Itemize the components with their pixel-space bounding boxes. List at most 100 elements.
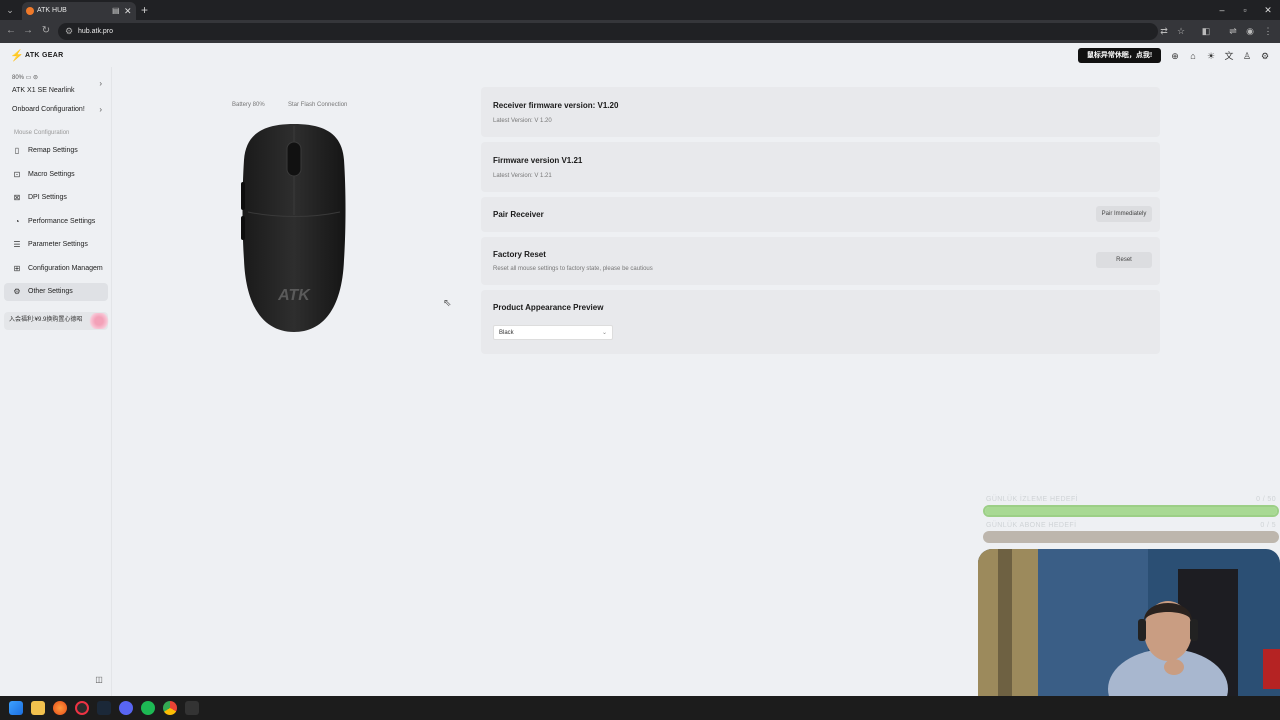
webcam-overlay: [978, 549, 1280, 696]
taskbar: [0, 696, 1280, 720]
section-title: Mouse Configuration: [14, 130, 70, 136]
sidebar-item-label: Remap Settings: [28, 147, 78, 154]
performance-icon: ◔: [14, 217, 20, 226]
new-tab-icon[interactable]: +: [141, 3, 148, 17]
back-icon[interactable]: ←: [5, 24, 17, 38]
sidebar-item-dpi[interactable]: ⊠ DPI Settings: [4, 189, 108, 207]
sidebar-item-label: Other Settings: [28, 288, 73, 295]
onboard-label: Onboard Configuration!: [12, 106, 85, 113]
firmware-card: Firmware version V1.21 Latest Version: V…: [481, 142, 1160, 192]
extensions-icon[interactable]: ◧: [1200, 25, 1212, 37]
chrome-icon[interactable]: [163, 701, 177, 715]
device-icon[interactable]: ⊕: [1169, 50, 1181, 62]
settings-gear-icon[interactable]: ⚙: [1259, 50, 1271, 62]
svg-text:ATK: ATK: [277, 287, 311, 304]
windows-start-icon[interactable]: [9, 701, 23, 715]
watch-goal-progress-fill: [985, 507, 1277, 515]
connection-status: Star Flash Connection: [288, 102, 348, 108]
gift-icon[interactable]: ⌂: [1187, 50, 1199, 62]
profile-icon[interactable]: ◉: [1244, 25, 1256, 37]
promo-text: 入会福利:¥9.9换购置心德昭: [9, 317, 83, 323]
atk-favicon-icon: [26, 7, 34, 15]
device-selector[interactable]: 80% ▭ ⊜ ATK X1 SE Nearlink ›: [4, 71, 108, 99]
pair-immediately-button[interactable]: Pair Immediately: [1096, 206, 1152, 222]
firmware-title: Firmware version V1.21: [493, 156, 583, 165]
browser-tab-bar: ⌄ ATK HUB ▤ ✕ + – ▫ ✕: [0, 0, 1280, 20]
onboard-configuration-item[interactable]: Onboard Configuration! ›: [4, 103, 108, 117]
site-info-icon[interactable]: ⚙: [65, 25, 73, 38]
chevron-down-icon: ⌄: [601, 330, 607, 336]
bookmark-star-icon[interactable]: ☆: [1175, 25, 1187, 37]
pair-receiver-card: Pair Receiver Pair Immediately: [481, 197, 1160, 232]
sidebar-item-macro[interactable]: ⊡ Macro Settings: [4, 166, 108, 184]
factory-reset-title: Factory Reset: [493, 250, 546, 259]
firmware-latest: Latest Version: V 1.21: [493, 173, 552, 179]
minimize-icon[interactable]: –: [1215, 3, 1229, 17]
browser-menu-icon[interactable]: ⋮: [1262, 25, 1274, 37]
logo-text: ATK GEAR: [25, 52, 64, 59]
steam-icon[interactable]: [97, 701, 111, 715]
reset-button[interactable]: Reset: [1096, 252, 1152, 268]
receiver-firmware-latest: Latest Version: V 1.20: [493, 118, 552, 124]
macro-icon: ⊡: [13, 170, 21, 179]
factory-reset-description: Reset all mouse settings to factory stat…: [493, 266, 653, 272]
media-icon[interactable]: ▤: [112, 5, 120, 17]
sliders-icon: ☰: [13, 240, 21, 249]
maximize-icon[interactable]: ▫: [1238, 3, 1252, 17]
chevron-right-icon: ›: [99, 79, 102, 88]
tab-close-icon[interactable]: ✕: [124, 5, 132, 17]
color-select-value: Black: [499, 330, 514, 336]
sidebar-item-performance[interactable]: ◔ Performance Settings: [4, 213, 108, 231]
firefox-icon[interactable]: [53, 701, 67, 715]
file-explorer-icon[interactable]: [31, 701, 45, 715]
language-icon[interactable]: 文: [1223, 50, 1235, 62]
device-status: 80% ▭ ⊜: [12, 75, 39, 81]
sub-goal-progress-fill: [983, 531, 1279, 543]
sidebar-item-label: DPI Settings: [28, 194, 67, 201]
sidebar-item-parameter[interactable]: ☰ Parameter Settings: [4, 236, 108, 254]
user-icon[interactable]: ♙: [1241, 50, 1253, 62]
sidebar-item-other-settings[interactable]: ⚙ Other Settings: [4, 283, 108, 301]
collapse-sidebar-icon[interactable]: ◫: [94, 675, 104, 685]
reload-icon[interactable]: ↻: [40, 24, 52, 38]
app-icon[interactable]: [185, 701, 199, 715]
sub-goal-value: 0 / 5: [1260, 522, 1276, 529]
pair-receiver-title: Pair Receiver: [493, 210, 544, 219]
sub-goal-progress-bar: [983, 531, 1279, 543]
cast-icon[interactable]: ⇌: [1227, 25, 1239, 37]
grid-icon: ⊞: [13, 264, 21, 273]
url-input[interactable]: ⚙ hub.atk.pro: [58, 23, 1158, 40]
promo-sticker-icon: [88, 313, 110, 329]
sidebar-item-label: Parameter Settings: [28, 241, 88, 248]
window-close-icon[interactable]: ✕: [1261, 3, 1275, 17]
sidebar: 80% ▭ ⊜ ATK X1 SE Nearlink › Onboard Con…: [0, 67, 112, 696]
translate-icon[interactable]: ⇄: [1158, 25, 1170, 37]
sidebar-item-configuration[interactable]: ⊞ Configuration Managem: [4, 260, 108, 278]
color-select[interactable]: Black ⌄: [493, 325, 613, 340]
mouse-icon: ▯: [14, 146, 20, 155]
sub-goal-label: GÜNLÜK ABONE HEDEFİ: [986, 522, 1077, 529]
appearance-preview-card: Product Appearance Preview Black ⌄: [481, 290, 1160, 354]
device-name: ATK X1 SE Nearlink: [12, 87, 75, 94]
browser-tab[interactable]: ATK HUB ▤ ✕: [22, 2, 136, 20]
sidebar-item-label: Macro Settings: [28, 171, 75, 178]
mouse-preview-image: ATK: [241, 124, 346, 332]
forward-icon[interactable]: →: [22, 24, 34, 38]
discord-icon[interactable]: [119, 701, 133, 715]
watch-goal-value: 0 / 50: [1256, 496, 1276, 503]
sidebar-item-label: Configuration Managem: [28, 265, 103, 272]
promo-banner[interactable]: 入会福利:¥9.9换购置心德昭: [4, 312, 110, 330]
factory-reset-card: Factory Reset Reset all mouse settings t…: [481, 237, 1160, 285]
app-icon[interactable]: [75, 701, 89, 715]
tab-title: ATK HUB: [37, 7, 67, 14]
sleep-notice-button[interactable]: 鼠标异常休眠，点我!: [1078, 48, 1161, 63]
watch-goal-label: GÜNLÜK İZLEME HEDEFİ: [986, 496, 1079, 503]
url-text: hub.atk.pro: [78, 28, 114, 35]
address-bar-row: ← → ↻ ⚙ hub.atk.pro ⇄ ☆ ◧ ⇌ ◉ ⋮: [0, 20, 1280, 43]
theme-sun-icon[interactable]: ☀: [1205, 50, 1217, 62]
spotify-icon[interactable]: [141, 701, 155, 715]
gear-icon: ⚙: [13, 287, 21, 296]
tab-list-chevron-icon[interactable]: ⌄: [4, 4, 16, 16]
receiver-firmware-card: Receiver firmware version: V1.20 Latest …: [481, 87, 1160, 137]
sidebar-item-remap[interactable]: ▯ Remap Settings: [4, 142, 108, 160]
